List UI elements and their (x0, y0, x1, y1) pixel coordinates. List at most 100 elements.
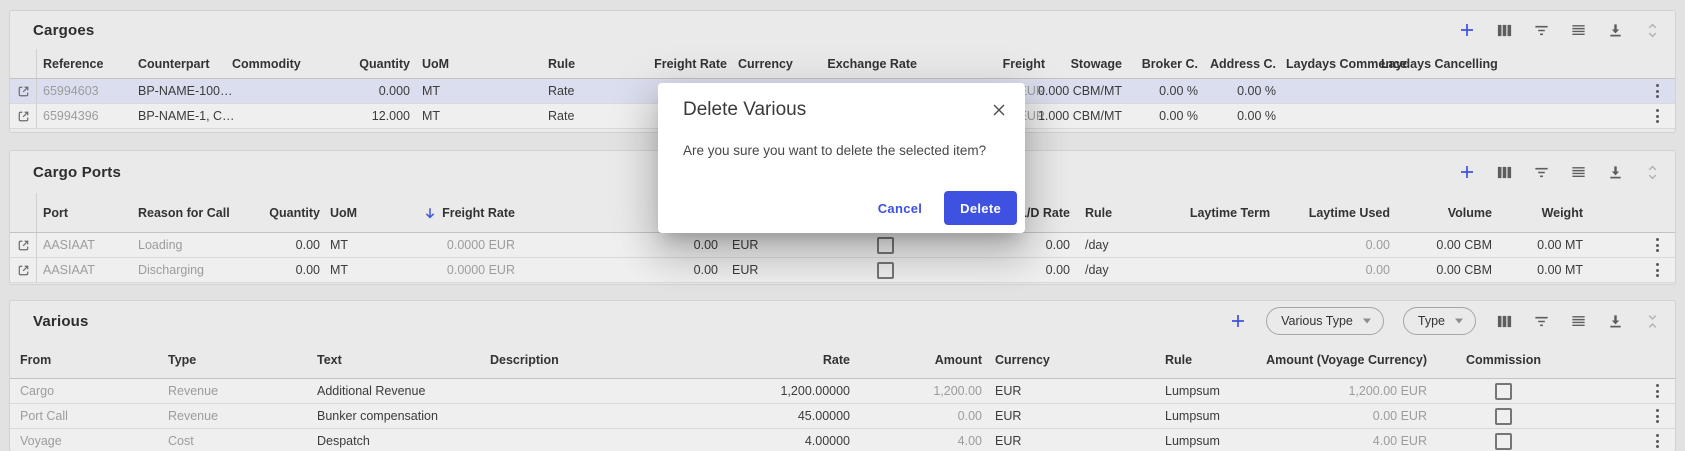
column-header-weight[interactable]: Weight (1492, 193, 1583, 232)
cell-currency: EUR (982, 404, 1110, 428)
column-header-from[interactable]: From (10, 341, 168, 378)
various-row[interactable]: Port Call Revenue Bunker compensation 45… (10, 404, 1675, 429)
checkbox-unchecked[interactable] (1495, 433, 1512, 450)
column-header-stowage[interactable]: Stowage (1045, 49, 1122, 78)
column-header-commodity[interactable]: Commodity (231, 49, 311, 78)
column-header-uom[interactable]: UoM (410, 49, 548, 78)
column-header-amount-voyage-currency[interactable]: Amount (Voyage Currency) (1290, 341, 1427, 378)
column-header-type[interactable]: Type (168, 341, 317, 378)
open-in-new-icon[interactable] (10, 104, 37, 128)
density-icon[interactable] (1569, 21, 1587, 39)
row-menu-kebab-icon[interactable] (1639, 258, 1675, 282)
column-header-freight-rate[interactable]: Freight Rate (443, 193, 515, 232)
add-icon[interactable] (1458, 21, 1476, 39)
row-menu-kebab-icon[interactable] (1639, 104, 1675, 128)
filter-icon[interactable] (1532, 312, 1550, 330)
download-icon[interactable] (1606, 312, 1624, 330)
column-header-description[interactable]: Description (490, 341, 690, 378)
cargo-port-row[interactable]: AASIAAT Discharging 0.00 MT 0.0000 EUR 0… (10, 258, 1675, 283)
various-header-row: From Type Text Description Rate Amount C… (10, 341, 1675, 379)
close-icon[interactable] (989, 100, 1009, 120)
cell-currency: EUR (982, 429, 1110, 451)
column-header-quantity[interactable]: Quantity (311, 49, 410, 78)
delete-button[interactable]: Delete (944, 191, 1017, 225)
column-header-laydays-commence[interactable]: Laydays Commence (1276, 49, 1371, 78)
cell-broker-c: 0.00 % (1122, 104, 1198, 128)
checkbox-unchecked[interactable] (877, 237, 894, 254)
various-row[interactable]: Cargo Revenue Additional Revenue 1,200.0… (10, 379, 1675, 404)
column-header-commission[interactable]: Commission (1427, 341, 1580, 378)
cell-rate: 1,200.00000 (690, 379, 850, 403)
column-header-text[interactable]: Text (317, 341, 490, 378)
row-menu-kebab-icon[interactable] (1639, 379, 1675, 403)
cell-laydays-cancelling (1371, 79, 1466, 103)
type-filter-chip[interactable]: Type (1403, 307, 1476, 335)
row-menu-kebab-icon[interactable] (1639, 233, 1675, 257)
columns-icon[interactable] (1495, 312, 1513, 330)
download-icon[interactable] (1606, 163, 1624, 181)
download-icon[interactable] (1606, 21, 1624, 39)
cell-reference: 65994603 (37, 79, 137, 103)
column-header-currency[interactable]: Currency (727, 49, 840, 78)
row-menu-kebab-icon[interactable] (1639, 79, 1675, 103)
cell-type: Revenue (168, 379, 317, 403)
columns-icon[interactable] (1495, 163, 1513, 181)
open-in-new-icon[interactable] (10, 79, 37, 103)
open-in-new-icon[interactable] (10, 233, 37, 257)
cell-port: AASIAAT (37, 258, 137, 282)
row-icon-column-header (10, 193, 37, 232)
cargoes-title: Cargoes (33, 22, 94, 39)
column-header-exchange-rate[interactable]: Exchange Rate (840, 49, 917, 78)
cell-rule: Lumpsum (1110, 404, 1290, 428)
column-header-port[interactable]: Port (37, 193, 137, 232)
cancel-button[interactable]: Cancel (862, 191, 938, 225)
column-header-laydays-cancelling[interactable]: Laydays Cancelling (1371, 49, 1466, 78)
column-header-counterpart[interactable]: Counterpart (137, 49, 231, 78)
column-header-reason-for-call[interactable]: Reason for Call (137, 193, 231, 232)
column-header-quantity[interactable]: Quantity (231, 193, 320, 232)
column-header-broker-c[interactable]: Broker C. (1122, 49, 1198, 78)
checkbox-unchecked[interactable] (1495, 408, 1512, 425)
collapse-icon[interactable] (1643, 312, 1661, 330)
filter-icon[interactable] (1532, 163, 1550, 181)
open-in-new-icon[interactable] (10, 258, 37, 282)
checkbox-unchecked[interactable] (877, 262, 894, 279)
cell-currency: EUR (718, 258, 778, 282)
column-header-rate[interactable]: Rate (690, 341, 850, 378)
column-header-amount[interactable]: Amount (850, 341, 982, 378)
add-icon[interactable] (1458, 163, 1476, 181)
various-panel-header: Various Various Type Type (10, 301, 1675, 341)
various-row[interactable]: Voyage Cost Despatch 4.00000 4.00 EUR Lu… (10, 429, 1675, 451)
expand-icon[interactable] (1643, 163, 1661, 181)
row-menu-kebab-icon[interactable] (1639, 429, 1675, 451)
expand-icon[interactable] (1643, 21, 1661, 39)
cell-laytime-term (1170, 233, 1290, 257)
column-header-currency[interactable]: Currency (982, 341, 1110, 378)
column-header-rule[interactable]: Rule (1110, 341, 1290, 378)
columns-icon[interactable] (1495, 21, 1513, 39)
column-header-laytime-used[interactable]: Laytime Used (1290, 193, 1390, 232)
column-header-freight[interactable]: Freight (917, 49, 1045, 78)
row-icon-column-header (10, 49, 37, 78)
dialog-actions: Cancel Delete (862, 191, 1017, 225)
filter-icon[interactable] (1532, 21, 1550, 39)
cell-uom: MT (410, 104, 548, 128)
cell-freight-rate: 0.0000 EUR (443, 233, 515, 257)
row-menu-kebab-icon[interactable] (1639, 404, 1675, 428)
column-header-freight-rate[interactable]: Freight Rate (627, 49, 727, 78)
add-icon[interactable] (1229, 312, 1247, 330)
dialog-title: Delete Various (683, 99, 806, 121)
density-icon[interactable] (1569, 163, 1587, 181)
column-header-rule[interactable]: Rule (1070, 193, 1170, 232)
column-header-reference[interactable]: Reference (37, 49, 137, 78)
column-header-address-c[interactable]: Address C. (1198, 49, 1276, 78)
cell-commission (1427, 379, 1580, 403)
cargo-port-row[interactable]: AASIAAT Loading 0.00 MT 0.0000 EUR 0.00 … (10, 233, 1675, 258)
various-type-filter-chip[interactable]: Various Type (1266, 307, 1384, 335)
checkbox-unchecked[interactable] (1495, 383, 1512, 400)
column-header-volume[interactable]: Volume (1390, 193, 1492, 232)
column-header-laytime-term[interactable]: Laytime Term (1170, 193, 1290, 232)
column-header-rule[interactable]: Rule (548, 49, 627, 78)
density-icon[interactable] (1569, 312, 1587, 330)
cell-volume: 0.00 CBM (1390, 258, 1492, 282)
